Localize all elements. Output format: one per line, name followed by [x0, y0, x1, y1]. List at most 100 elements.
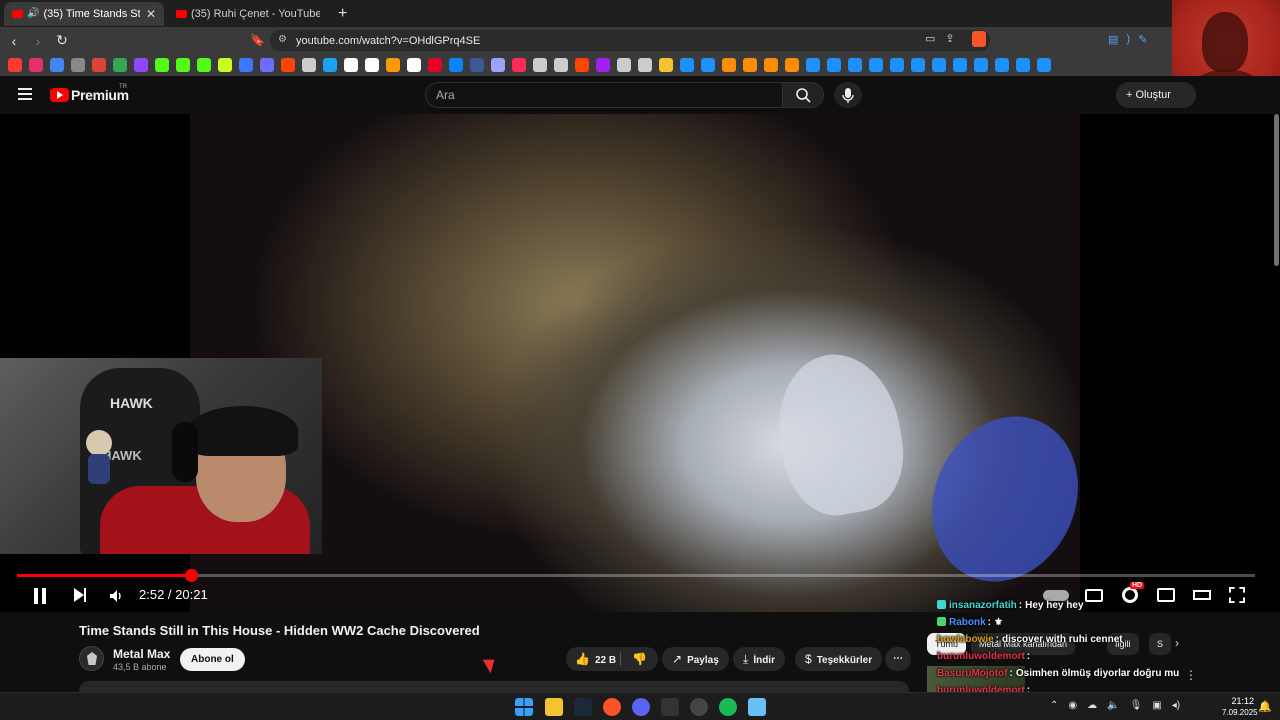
bookmark-icon[interactable]: [92, 58, 106, 72]
scrubber-handle[interactable]: [185, 569, 198, 582]
taskbar-app-icon[interactable]: [632, 698, 650, 716]
volume-icon[interactable]: [108, 588, 124, 604]
bookmark-icon[interactable]: [617, 58, 631, 72]
extension-icon[interactable]: ): [1126, 33, 1130, 46]
close-tab-icon[interactable]: ✕: [146, 7, 156, 21]
bookmark-icon[interactable]: [302, 58, 316, 72]
bookmark-icon[interactable]: [806, 58, 820, 72]
bookmark-icon[interactable]: [407, 58, 421, 72]
bookmark-icon[interactable]: [428, 58, 442, 72]
taskbar-app-icon[interactable]: [574, 698, 592, 716]
forward-icon[interactable]: ›: [28, 33, 48, 49]
bookmark-icon[interactable]: [239, 58, 253, 72]
bookmark-icon[interactable]: [491, 58, 505, 72]
like-button[interactable]: 👍 22 B: [575, 652, 616, 666]
reload-icon[interactable]: ↻: [52, 32, 72, 49]
bookmark-icon[interactable]: [848, 58, 862, 72]
bookmark-icon[interactable]: [533, 58, 547, 72]
bookmark-icon[interactable]: [176, 58, 190, 72]
bookmark-icon[interactable]: [911, 58, 925, 72]
thanks-button[interactable]: $ Teşekkürler: [795, 647, 883, 671]
bookmark-icon[interactable]: [974, 58, 988, 72]
channel-name[interactable]: Metal Max: [113, 647, 170, 661]
download-button[interactable]: ⤓ İndir: [733, 647, 785, 671]
tray-chevron-icon[interactable]: ⌃: [1050, 700, 1058, 711]
bookmark-page-icon[interactable]: 🔖: [250, 33, 265, 47]
next-icon[interactable]: [74, 588, 86, 602]
taskbar-app-icon[interactable]: [603, 698, 621, 716]
dislike-button[interactable]: 👎: [632, 647, 647, 671]
bookmark-icon[interactable]: [995, 58, 1009, 72]
bookmark-icon[interactable]: [701, 58, 715, 72]
bookmark-icon[interactable]: [932, 58, 946, 72]
bookmark-icon[interactable]: [281, 58, 295, 72]
bookmark-icon[interactable]: [449, 58, 463, 72]
bookmark-icon[interactable]: [323, 58, 337, 72]
tab-channel[interactable]: (35) Ruhi Çenet - YouTube: [168, 2, 328, 26]
cast-icon[interactable]: ▭: [925, 32, 935, 45]
bookmark-icon[interactable]: [554, 58, 568, 72]
bookmark-icon[interactable]: [386, 58, 400, 72]
back-icon[interactable]: ‹: [4, 33, 24, 49]
subscribe-button[interactable]: Abone ol: [180, 648, 245, 671]
search-button[interactable]: [782, 82, 824, 108]
bookmark-icon[interactable]: [659, 58, 673, 72]
network-icon[interactable]: ▣: [1152, 700, 1161, 711]
windows-start-icon[interactable]: [515, 698, 533, 716]
share-page-icon[interactable]: ⇪: [945, 32, 954, 45]
system-clock[interactable]: 21:12 7.09.2025: [1222, 695, 1258, 719]
voice-search-button[interactable]: [834, 82, 862, 108]
share-button[interactable]: ↗ Paylaş: [662, 647, 729, 671]
pause-icon[interactable]: [33, 588, 47, 604]
tray-app-icon[interactable]: ☁: [1087, 700, 1097, 711]
volume-tray-icon[interactable]: ◂): [1172, 700, 1180, 711]
more-vert-icon[interactable]: ⋮: [1185, 668, 1197, 682]
bookmark-icon[interactable]: [680, 58, 694, 72]
bookmark-icon[interactable]: [218, 58, 232, 72]
video-player[interactable]: HAWK HAWK: [0, 114, 1280, 612]
taskbar-app-icon[interactable]: [690, 698, 708, 716]
bookmark-icon[interactable]: [197, 58, 211, 72]
site-settings-icon[interactable]: ⚙: [278, 34, 287, 45]
bookmark-icon[interactable]: [512, 58, 526, 72]
bookmark-icon[interactable]: [638, 58, 652, 72]
bookmark-icon[interactable]: [869, 58, 883, 72]
bookmark-icon[interactable]: [827, 58, 841, 72]
search-input[interactable]: Ara: [425, 82, 783, 108]
fullscreen-icon[interactable]: [1229, 587, 1245, 603]
page-scrollbar[interactable]: [1272, 114, 1280, 692]
bookmark-icon[interactable]: [1037, 58, 1051, 72]
taskbar-app-icon[interactable]: [748, 698, 766, 716]
bookmark-icon[interactable]: [785, 58, 799, 72]
bookmark-icon[interactable]: [743, 58, 757, 72]
bookmark-icon[interactable]: [50, 58, 64, 72]
more-actions-button[interactable]: ⋯: [885, 647, 911, 671]
bookmark-icon[interactable]: [113, 58, 127, 72]
channel-avatar[interactable]: [79, 646, 104, 671]
url-input[interactable]: ⚙ youtube.com/watch?v=OHdlGPrq4SE: [270, 30, 990, 51]
tab-current-video[interactable]: 🔊 (35) Time Stands Still in This H ✕: [4, 1, 164, 26]
youtube-logo-icon[interactable]: [50, 88, 69, 102]
extension-icon[interactable]: ▤: [1108, 33, 1118, 46]
speaker-icon[interactable]: 🔊: [27, 8, 39, 19]
brave-shields-icon[interactable]: [972, 31, 986, 47]
bookmark-icon[interactable]: [29, 58, 43, 72]
bookmark-icon[interactable]: [344, 58, 358, 72]
new-tab-button[interactable]: +: [338, 5, 347, 23]
bookmark-icon[interactable]: [953, 58, 967, 72]
speaker-tray-icon[interactable]: 🔈: [1107, 700, 1119, 711]
bookmark-icon[interactable]: [1016, 58, 1030, 72]
bookmark-icon[interactable]: [722, 58, 736, 72]
create-button[interactable]: + Oluştur: [1116, 82, 1196, 108]
menu-icon[interactable]: [18, 88, 32, 100]
extension-icon[interactable]: ✎: [1138, 33, 1147, 46]
bookmark-icon[interactable]: [8, 58, 22, 72]
bookmark-icon[interactable]: [365, 58, 379, 72]
notifications-icon[interactable]: 🔔: [1258, 700, 1272, 713]
bookmark-icon[interactable]: [764, 58, 778, 72]
tray-app-icon[interactable]: ◉: [1068, 700, 1077, 711]
bookmark-icon[interactable]: [155, 58, 169, 72]
microphone-tray-icon[interactable]: 🎙: [1130, 700, 1143, 711]
taskbar-app-icon[interactable]: [661, 698, 679, 716]
bookmark-icon[interactable]: [71, 58, 85, 72]
